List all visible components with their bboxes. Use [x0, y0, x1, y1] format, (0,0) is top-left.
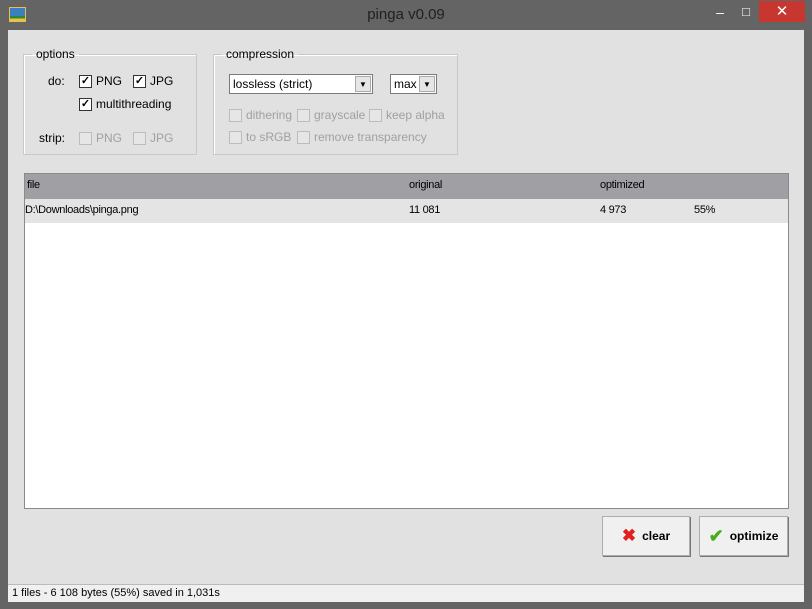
header-original[interactable]: original	[409, 179, 442, 191]
close-icon: ✖	[621, 526, 637, 545]
compression-level-select[interactable]: max ▼	[390, 74, 437, 94]
options-legend: options	[36, 47, 75, 61]
optimize-button[interactable]: ✔ optimize	[699, 516, 788, 556]
dithering-label: dithering	[246, 108, 293, 122]
ratio: 55%	[694, 204, 716, 216]
keep-alpha-label: keep alpha	[386, 108, 445, 122]
to-srgb-checkbox[interactable]: to sRGB	[229, 130, 291, 144]
multithreading-label: multithreading	[96, 97, 172, 111]
clear-button[interactable]: ✖ clear	[602, 516, 690, 556]
checkbox-icon	[229, 108, 242, 122]
checkbox-icon	[369, 108, 382, 122]
clear-label: clear	[642, 529, 671, 543]
to-srgb-label: to sRGB	[246, 130, 292, 144]
list-item[interactable]: D:\Downloads\pinga.png 11 081 4 973 55%	[25, 199, 788, 223]
checkbox-icon	[297, 130, 310, 144]
grayscale-checkbox[interactable]: grayscale	[297, 108, 365, 122]
do-png-label: PNG	[96, 74, 123, 88]
header-file[interactable]: file	[27, 179, 40, 191]
keep-alpha-checkbox[interactable]: keep alpha	[369, 108, 445, 122]
optimize-label: optimize	[729, 529, 779, 543]
strip-png-checkbox[interactable]: PNG	[79, 131, 122, 145]
checkbox-icon	[79, 131, 92, 145]
grayscale-label: grayscale	[314, 108, 366, 122]
checkbox-icon: ✓	[79, 74, 92, 88]
original-size: 11 081	[409, 204, 441, 216]
status-bar: 1 files - 6 108 bytes (55%) saved in 1,0…	[8, 584, 804, 602]
checkbox-icon	[133, 131, 146, 145]
file-path: D:\Downloads\pinga.png	[25, 204, 139, 216]
dithering-checkbox[interactable]: dithering	[229, 108, 292, 122]
strip-jpg-checkbox[interactable]: JPG	[133, 131, 173, 145]
checkbox-icon: ✓	[79, 97, 92, 111]
main-window: options do: ✓ PNG ✓ JPG ✓ multithreading st…	[8, 30, 804, 584]
check-icon: ✔	[708, 525, 724, 546]
close-button[interactable]: ✕	[759, 1, 805, 22]
minimize-button[interactable]: –	[707, 4, 733, 24]
maximize-button: □	[742, 4, 750, 19]
do-png-checkbox[interactable]: ✓ PNG	[79, 74, 122, 88]
compression-legend: compression	[226, 47, 295, 61]
multithreading-checkbox[interactable]: ✓ multithreading	[79, 97, 171, 111]
window-title: pinga v0.09	[367, 6, 445, 23]
header-optimized[interactable]: optimized	[600, 179, 645, 191]
compression-mode-select[interactable]: lossless (strict) ▼	[229, 74, 373, 94]
do-jpg-label: JPG	[150, 74, 174, 88]
strip-jpg-label: JPG	[150, 131, 174, 145]
file-list[interactable]: file original optimized D:\Downloads\pin…	[24, 173, 789, 509]
chevron-down-icon: ▼	[355, 76, 371, 92]
list-header: file original optimized	[25, 174, 788, 199]
checkbox-icon: ✓	[133, 74, 146, 88]
strip-png-label: PNG	[96, 131, 123, 145]
checkbox-icon	[297, 108, 310, 122]
chevron-down-icon: ▼	[419, 76, 435, 92]
level-value: max	[394, 77, 417, 91]
optimized-size: 4 973	[600, 204, 627, 216]
title-bar: pinga v0.09 – □ ✕	[0, 0, 812, 30]
checkbox-icon	[229, 130, 242, 144]
do-jpg-checkbox[interactable]: ✓ JPG	[133, 74, 173, 88]
mode-value: lossless (strict)	[233, 77, 313, 91]
strip-label: strip:	[39, 131, 66, 145]
remove-transparency-label: remove transparency	[314, 130, 427, 144]
do-label: do:	[48, 74, 65, 88]
remove-transparency-checkbox[interactable]: remove transparency	[297, 130, 427, 144]
